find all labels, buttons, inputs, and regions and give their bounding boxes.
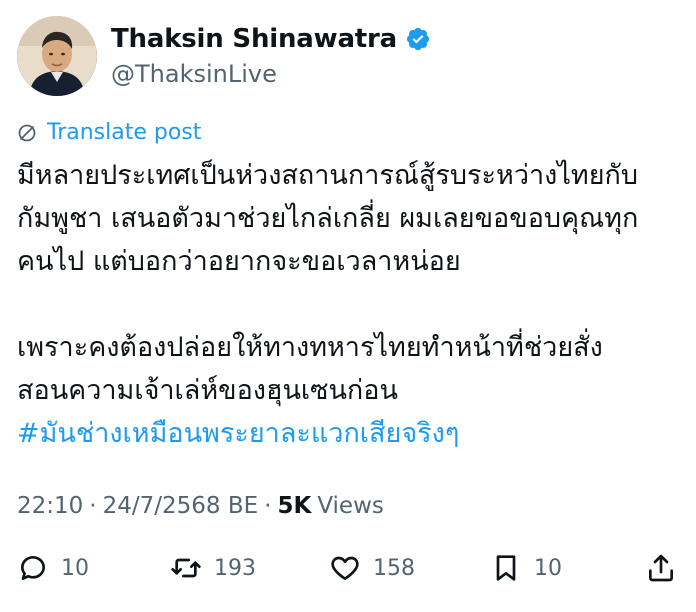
tweet-card: Thaksin Shinawatra @ThaksinLive Translat… xyxy=(0,0,696,612)
meta-separator: · xyxy=(89,493,97,519)
like-button[interactable]: 158 xyxy=(329,548,415,588)
share-icon xyxy=(649,554,673,582)
post-time[interactable]: 22:10 xyxy=(17,493,83,519)
bookmark-icon xyxy=(496,555,516,581)
repost-icon xyxy=(171,558,201,578)
reply-button[interactable]: 10 xyxy=(17,548,89,588)
share-button[interactable] xyxy=(645,548,677,588)
author-display-name[interactable]: Thaksin Shinawatra xyxy=(111,24,397,54)
bookmark-count: 10 xyxy=(534,555,562,581)
author-handle[interactable]: @ThaksinLive xyxy=(111,60,277,88)
bookmark-button[interactable]: 10 xyxy=(490,548,562,588)
heart-icon xyxy=(331,556,359,580)
reply-count: 10 xyxy=(61,555,89,581)
translate-label[interactable]: Translate post xyxy=(47,120,201,145)
views-label: Views xyxy=(317,493,384,519)
translate-post-link[interactable]: Translate post xyxy=(17,120,201,145)
views-count: 5K xyxy=(277,493,312,519)
post-line: กัมพูชา เสนอตัวมาช่วยไกล่เกลี่ย ผมเลยขอข… xyxy=(17,203,639,234)
avatar[interactable] xyxy=(17,16,97,96)
verified-badge-icon xyxy=(405,26,431,52)
reply-icon xyxy=(21,556,45,580)
post-line: มีหลายประเทศเป็นห่วงสถานการณ์สู้รบระหว่า… xyxy=(17,160,639,191)
post-line: เพราะคงต้องปล่อยให้ทางทหารไทยทำหน้าที่ช่… xyxy=(17,332,603,363)
translate-icon xyxy=(18,124,36,141)
avatar-image xyxy=(17,16,97,96)
meta-separator: · xyxy=(264,493,272,519)
author-name-row[interactable]: Thaksin Shinawatra xyxy=(111,24,431,54)
post-body: มีหลายประเทศเป็นห่วงสถานการณ์สู้รบระหว่า… xyxy=(17,154,685,455)
post-metadata: 22:10 · 24/7/2568 BE · 5K Views xyxy=(17,493,384,519)
post-line: สอนความเจ้าเล่ห์ของฮุนเซนก่อน xyxy=(17,375,398,406)
hashtag-link[interactable]: #มันช่างเหมือนพระยาละแวกเสียจริงๆ xyxy=(17,412,685,455)
post-line: คนไป แต่บอกว่าอยากจะขอเวลาหน่อย xyxy=(17,246,461,277)
action-bar: 10 193 158 10 xyxy=(17,548,685,588)
repost-count: 193 xyxy=(214,555,256,581)
repost-button[interactable]: 193 xyxy=(170,548,256,588)
like-count: 158 xyxy=(373,555,415,581)
post-date[interactable]: 24/7/2568 BE xyxy=(103,493,259,519)
